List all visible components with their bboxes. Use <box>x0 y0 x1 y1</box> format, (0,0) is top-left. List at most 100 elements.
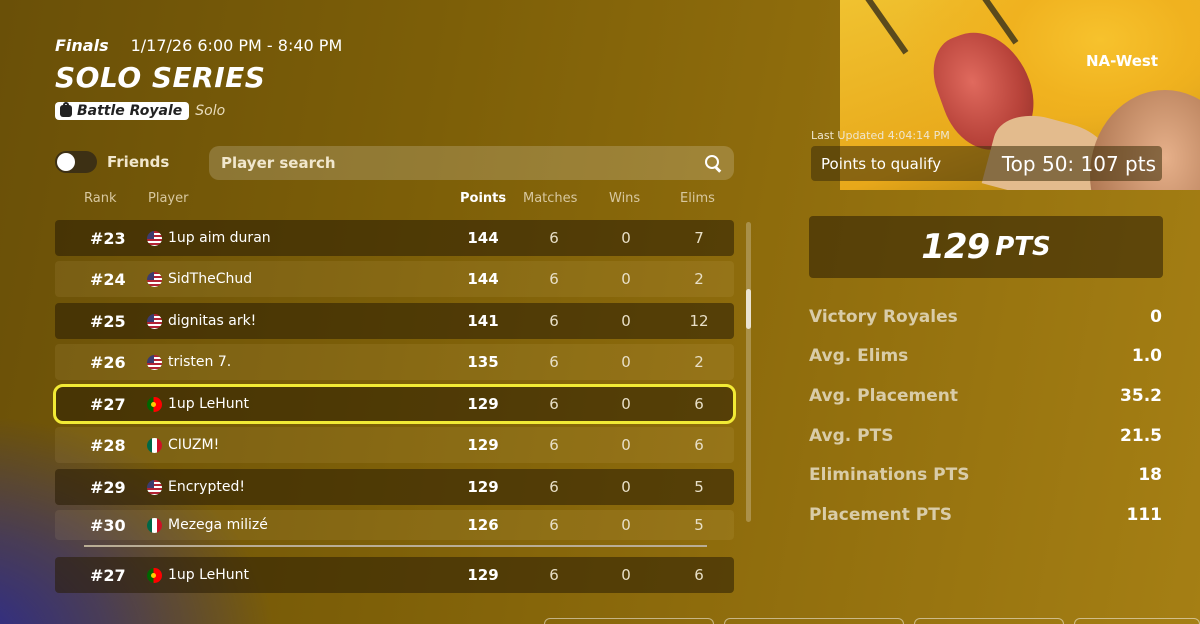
row-rank: #23 <box>90 228 126 248</box>
row-rank: #27 <box>90 565 126 585</box>
us-flag-icon <box>147 230 162 246</box>
bottom-button[interactable] <box>724 618 904 624</box>
row-wins: 0 <box>621 516 631 534</box>
row-points: 129 <box>467 436 499 454</box>
last-updated: Last Updated 4:04:14 PM <box>811 129 950 142</box>
player-search[interactable] <box>209 146 734 180</box>
event-header: Finals 1/17/26 6:00 PM - 8:40 PM SOLO SE… <box>55 36 342 120</box>
total-points-panel: 129 PTS <box>809 216 1163 278</box>
total-points-unit: PTS <box>995 232 1051 262</box>
row-rank: #30 <box>90 515 126 535</box>
stat-label: Eliminations PTS <box>809 465 970 485</box>
search-input[interactable] <box>221 154 704 172</box>
stat-value: 21.5 <box>1120 426 1162 446</box>
stat-label: Placement PTS <box>809 505 953 525</box>
row-wins: 0 <box>621 478 631 496</box>
row-rank: #27 <box>90 394 126 414</box>
row-elims: 12 <box>689 312 709 330</box>
qualify-value: Top 50: 107 pts <box>1001 151 1156 176</box>
row-matches: 6 <box>549 516 559 534</box>
pinned-divider <box>84 545 707 547</box>
table-row[interactable]: #29 Encrypted! 129 6 0 5 <box>55 469 734 505</box>
stat-row: Avg. PTS 21.5 <box>809 426 1162 446</box>
event-datetime: 1/17/26 6:00 PM - 8:40 PM <box>130 36 343 55</box>
col-wins[interactable]: Wins <box>609 191 640 206</box>
mexico-flag-icon <box>147 437 162 453</box>
row-matches: 6 <box>549 229 559 247</box>
row-player: tristen 7. <box>168 354 232 370</box>
pinned-player-row[interactable]: #27 1up LeHunt 129 6 0 6 <box>55 557 734 593</box>
row-wins: 0 <box>621 270 631 288</box>
scrollbar-thumb[interactable] <box>746 289 751 329</box>
qualify-panel: Points to qualify Top 50: 107 pts <box>811 146 1162 181</box>
table-row-current-player[interactable]: #27 1up LeHunt 129 6 0 6 <box>53 384 736 424</box>
table-row[interactable]: #26 tristen 7. 135 6 0 2 <box>55 344 734 380</box>
row-elims: 7 <box>694 229 704 247</box>
us-flag-icon <box>147 479 162 495</box>
row-points: 141 <box>467 312 499 330</box>
col-points[interactable]: Points <box>460 191 506 206</box>
bottom-button[interactable] <box>1074 618 1200 624</box>
friends-filter[interactable]: Friends <box>55 151 169 173</box>
mode-sub: Solo <box>195 103 226 119</box>
row-matches: 6 <box>549 312 559 330</box>
us-flag-icon <box>147 313 162 329</box>
stat-label: Avg. PTS <box>809 426 894 446</box>
table-row[interactable]: #24 SidTheChud 144 6 0 2 <box>55 261 734 297</box>
row-player: Encrypted! <box>168 479 245 495</box>
stat-value: 1.0 <box>1131 346 1162 366</box>
row-elims: 6 <box>694 436 704 454</box>
table-row[interactable]: #23 1up aim duran 144 6 0 7 <box>55 220 734 256</box>
row-player: 1up LeHunt <box>168 567 250 583</box>
row-player: Mezega milizé <box>168 517 268 533</box>
row-rank: #25 <box>90 311 126 331</box>
row-elims: 5 <box>694 516 704 534</box>
toggle-knob <box>57 153 75 171</box>
row-points: 129 <box>467 395 499 413</box>
event-title: SOLO SERIES <box>55 61 266 94</box>
row-points: 129 <box>467 478 499 496</box>
row-points: 129 <box>467 566 499 584</box>
stat-row: Avg. Elims 1.0 <box>809 346 1162 366</box>
col-player: Player <box>148 191 189 206</box>
row-points: 126 <box>467 516 499 534</box>
row-elims: 5 <box>694 478 704 496</box>
event-stage: Finals <box>55 36 109 55</box>
stat-value: 0 <box>1150 307 1162 327</box>
col-matches[interactable]: Matches <box>523 191 577 206</box>
bottom-button[interactable] <box>914 618 1064 624</box>
bottom-button[interactable] <box>544 618 714 624</box>
table-row[interactable]: #25 dignitas ark! 141 6 0 12 <box>55 303 734 339</box>
stat-label: Avg. Elims <box>809 346 909 366</box>
row-elims: 2 <box>694 353 704 371</box>
row-matches: 6 <box>549 353 559 371</box>
row-rank: #24 <box>90 269 126 289</box>
row-points: 144 <box>467 270 499 288</box>
row-wins: 0 <box>621 436 631 454</box>
row-wins: 0 <box>621 312 631 330</box>
event-meta: Finals 1/17/26 6:00 PM - 8:40 PM <box>55 36 342 55</box>
mode-badge: Battle Royale <box>55 102 190 120</box>
friends-toggle[interactable] <box>55 151 97 173</box>
row-points: 144 <box>467 229 499 247</box>
row-points: 135 <box>467 353 499 371</box>
row-player: SidTheChud <box>168 271 253 287</box>
col-rank: Rank <box>84 191 117 206</box>
table-scrollbar[interactable] <box>746 222 751 522</box>
stat-value: 111 <box>1126 505 1163 525</box>
stat-row: Placement PTS 111 <box>809 505 1162 525</box>
row-player: dignitas ark! <box>168 313 257 329</box>
col-elims[interactable]: Elims <box>680 191 715 206</box>
row-wins: 0 <box>621 395 631 413</box>
row-rank: #26 <box>90 352 126 372</box>
row-wins: 0 <box>621 566 631 584</box>
row-matches: 6 <box>549 436 559 454</box>
table-row[interactable]: #30 Mezega milizé 126 6 0 5 <box>55 510 734 540</box>
stat-row: Avg. Placement 35.2 <box>809 386 1162 406</box>
mexico-flag-icon <box>147 517 162 533</box>
search-icon[interactable] <box>704 154 722 172</box>
table-row[interactable]: #28 CIUZM! 129 6 0 6 <box>55 427 734 463</box>
us-flag-icon <box>147 271 162 287</box>
row-player: CIUZM! <box>168 437 220 453</box>
art-stripe <box>857 0 909 55</box>
